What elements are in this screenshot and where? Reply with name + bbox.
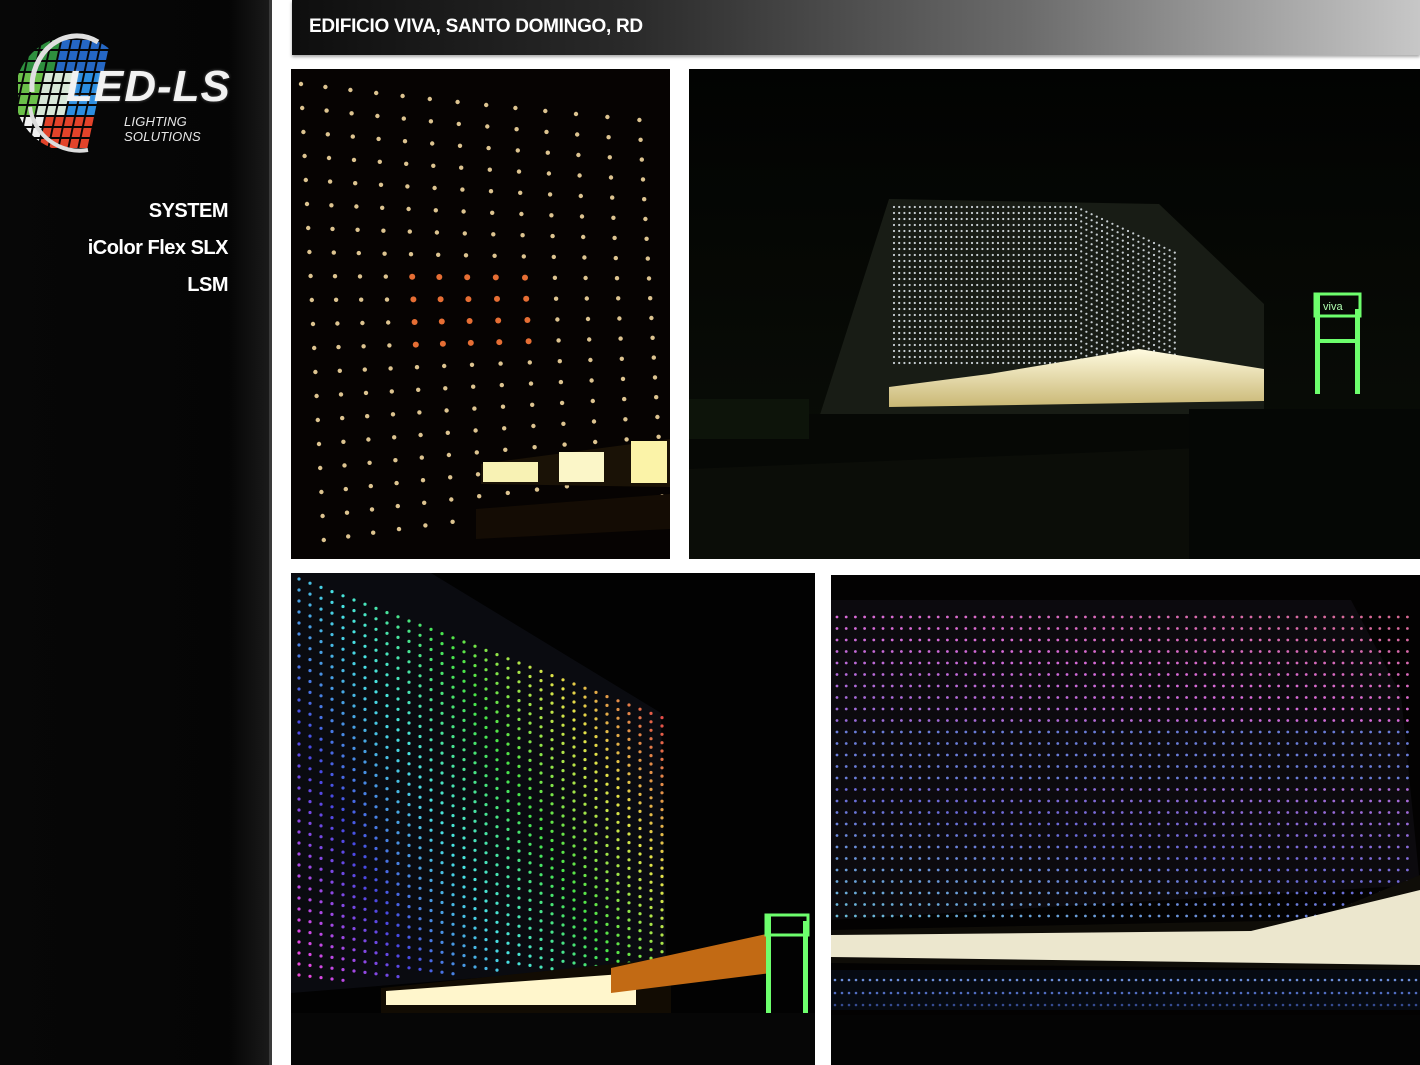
page-header: EDIFICIO VIVA, SANTO DOMINGO, RD bbox=[292, 0, 1420, 55]
logo-wordmark: LED-LS bbox=[66, 62, 231, 111]
building-night-image: viva bbox=[689, 69, 1420, 559]
nav-item-icolor-flex-slx[interactable]: iColor Flex SLX bbox=[88, 237, 229, 260]
sidebar: LED-LS LIGHTING SOLUTIONS SYSTEM iColor … bbox=[0, 0, 272, 1065]
nav-item-lsm[interactable]: LSM bbox=[88, 274, 228, 297]
viva-sign-text: viva bbox=[1323, 301, 1343, 313]
nav-item-system[interactable]: SYSTEM bbox=[88, 200, 229, 223]
led-closeup-image bbox=[291, 69, 670, 559]
photo-building-purple bbox=[831, 575, 1420, 1065]
building-purple-image bbox=[831, 575, 1420, 1065]
sidebar-nav: SYSTEM iColor Flex SLX LSM bbox=[88, 200, 229, 311]
led-ls-logo[interactable]: LED-LS LIGHTING SOLUTIONS bbox=[18, 32, 258, 157]
photo-building-night: viva bbox=[689, 69, 1420, 559]
photo-led-closeup bbox=[291, 69, 670, 559]
building-rainbow-image bbox=[291, 573, 815, 1065]
logo-tagline: LIGHTING SOLUTIONS bbox=[124, 114, 201, 144]
page-title: EDIFICIO VIVA, SANTO DOMINGO, RD bbox=[309, 16, 643, 37]
photo-building-rainbow bbox=[291, 573, 815, 1065]
